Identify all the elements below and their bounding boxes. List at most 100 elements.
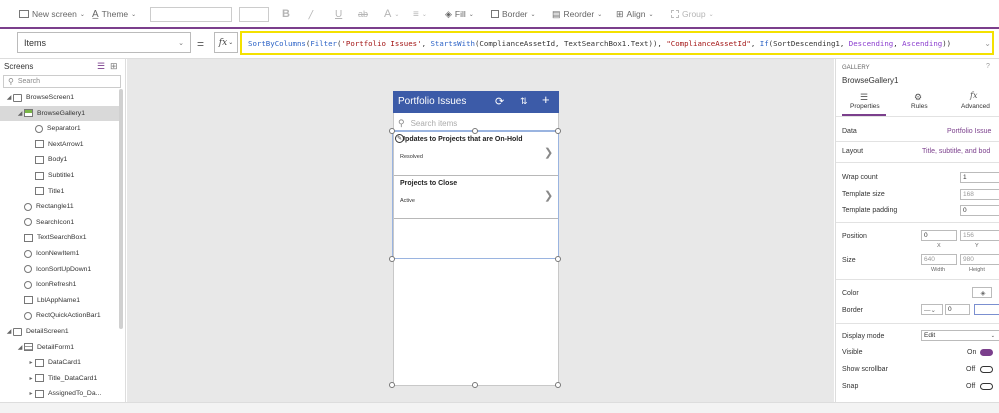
tree-item[interactable]: Subtitle1 xyxy=(0,168,120,183)
tree-item[interactable]: IconSortUpDown1 xyxy=(0,262,120,277)
tree-item[interactable]: IconRefresh1 xyxy=(0,277,120,292)
tab-advanced[interactable]: Advanced xyxy=(961,103,990,110)
tree-item[interactable]: LblAppName1 xyxy=(0,293,120,308)
expand-toggle-icon[interactable]: ◢ xyxy=(16,110,24,117)
property-select[interactable]: Items ⌄ xyxy=(17,32,191,53)
border-icon xyxy=(491,10,499,18)
tree-item[interactable]: NextArrow1 xyxy=(0,137,120,152)
expand-toggle-icon[interactable]: ◢ xyxy=(16,344,24,351)
gallery-selection-box[interactable] xyxy=(392,131,559,259)
theme-button[interactable]: A̲ Theme ⌄ xyxy=(92,6,136,22)
resize-handle[interactable] xyxy=(555,128,561,134)
resize-handle[interactable] xyxy=(389,128,395,134)
help-icon[interactable]: ? xyxy=(986,63,990,70)
resize-handle[interactable] xyxy=(555,256,561,262)
formula-input[interactable]: SortByColumns(Filter('Portfolio Issues',… xyxy=(240,31,994,55)
border-style-select[interactable]: —⌄ xyxy=(921,304,943,315)
group-button[interactable]: Group ⌄ xyxy=(671,6,714,22)
underline-icon[interactable]: U xyxy=(335,6,342,22)
chevron-down-icon: ⌄ xyxy=(131,11,137,18)
position-y-input[interactable]: 156 xyxy=(960,230,999,241)
expand-toggle-icon[interactable]: ▸ xyxy=(27,359,35,366)
tree-item[interactable]: Body1 xyxy=(0,152,120,167)
theme-icon: A̲ xyxy=(92,8,99,20)
tree-item-label: IconSortUpDown1 xyxy=(36,265,92,273)
tree-item[interactable]: ▸ AssignedTo_Da... xyxy=(0,386,120,401)
tree-item-label: Rectangle11 xyxy=(36,203,74,211)
tree-item[interactable]: Separator1 xyxy=(0,121,120,136)
color-picker-icon[interactable]: ◈ xyxy=(972,287,992,298)
resize-handle[interactable] xyxy=(389,256,395,262)
font-size-select[interactable] xyxy=(239,6,269,22)
expand-formula-icon[interactable]: ⌄ xyxy=(984,39,991,48)
template-size-input[interactable]: 168 xyxy=(960,189,999,200)
resize-handle[interactable] xyxy=(472,382,478,388)
tree-item[interactable]: ▸ DataCard1 xyxy=(0,355,120,370)
display-mode-select[interactable]: Edit ⌄ xyxy=(921,330,999,341)
resize-handle[interactable] xyxy=(389,382,395,388)
italic-icon[interactable]: / xyxy=(309,6,313,22)
tree-item-label: IconRefresh1 xyxy=(36,281,77,289)
tree-item-label: LblAppName1 xyxy=(37,296,81,304)
gallery-row-title[interactable]: Updates to Projects that are On-Hold xyxy=(400,136,523,143)
new-screen-button[interactable]: New screen ⌄ xyxy=(19,6,85,22)
tree-item-label: DataCard1 xyxy=(48,359,81,367)
gallery-separator xyxy=(394,218,558,219)
tree-item[interactable]: Title1 xyxy=(0,184,120,199)
search-icon: ⚲ xyxy=(398,117,405,128)
border-color-picker[interactable] xyxy=(974,304,999,315)
tree-item[interactable]: ▸ Title_DataCard1 xyxy=(0,371,120,386)
expand-toggle-icon[interactable]: ▸ xyxy=(27,390,35,397)
border-button[interactable]: Border ⌄ xyxy=(491,6,536,22)
tree-item[interactable]: RectQuickActionBar1 xyxy=(0,308,120,323)
chevron-right-icon[interactable]: ❯ xyxy=(544,189,553,202)
tree-item[interactable]: ◢ BrowseScreen1 xyxy=(0,90,120,105)
layout-value[interactable]: Title, subtitle, and bod xyxy=(922,148,990,155)
visible-toggle[interactable] xyxy=(980,349,993,356)
data-source-value[interactable]: Portfolio Issue xyxy=(947,128,991,135)
tree-item[interactable]: TextSearchBox1 xyxy=(0,230,120,245)
align-text-icon[interactable]: ≡ ⌄ xyxy=(413,6,427,22)
tab-rules[interactable]: Rules xyxy=(911,103,928,110)
fill-button[interactable]: ◈ Fill ⌄ xyxy=(445,6,474,22)
tree-item[interactable]: SearchIcon1 xyxy=(0,215,120,230)
align-button[interactable]: ⊞ Align ⌄ xyxy=(616,6,653,22)
show-scrollbar-toggle[interactable] xyxy=(980,366,993,373)
template-padding-input[interactable]: 0 xyxy=(960,205,999,216)
tree-scrollbar[interactable] xyxy=(119,89,123,329)
bold-icon[interactable]: B xyxy=(282,6,290,22)
snap-toggle[interactable] xyxy=(980,383,993,390)
tree-item-label: SearchIcon1 xyxy=(36,218,75,226)
gallery-row-title[interactable]: Projects to Close xyxy=(400,180,457,187)
add-item-icon[interactable]: + xyxy=(542,92,550,107)
fx-button[interactable]: fx ⌄ xyxy=(214,32,238,53)
height-input[interactable]: 980 xyxy=(960,254,999,265)
sort-up-down-icon[interactable]: ⇅ xyxy=(520,96,528,107)
border-width-input[interactable]: 0 xyxy=(945,304,970,315)
position-x-input[interactable]: 0 xyxy=(921,230,957,241)
resize-handle[interactable] xyxy=(555,382,561,388)
tab-properties[interactable]: Properties xyxy=(850,103,880,110)
tree-item[interactable]: ◢ DetailForm1 xyxy=(0,340,120,355)
tree-item[interactable]: ◢ BrowseGallery1 xyxy=(0,105,120,121)
chevron-right-icon[interactable]: ❯ xyxy=(544,146,553,159)
width-input[interactable]: 640 xyxy=(921,254,957,265)
tree-item[interactable]: ◢ DetailScreen1 xyxy=(0,324,120,339)
list-view-icon[interactable]: ☰ xyxy=(97,61,105,72)
font-color-icon[interactable]: A ⌄ xyxy=(384,6,399,22)
tree-search-input[interactable]: ⚲ Search xyxy=(3,75,121,88)
app-title[interactable]: Portfolio Issues xyxy=(398,96,466,107)
expand-toggle-icon[interactable]: ◢ xyxy=(5,94,13,101)
wrap-count-input[interactable]: 1 xyxy=(960,172,999,183)
grid-view-icon[interactable]: ⊞ xyxy=(110,61,118,72)
tree-item[interactable]: IconNewItem1 xyxy=(0,246,120,261)
expand-toggle-icon[interactable]: ◢ xyxy=(5,328,13,335)
tree-item[interactable]: Rectangle11 xyxy=(0,199,120,214)
reorder-button[interactable]: ▤ Reorder ⌄ xyxy=(552,6,602,22)
refresh-icon[interactable]: ⟳ xyxy=(495,95,504,108)
resize-handle[interactable] xyxy=(472,128,478,134)
font-family-select[interactable] xyxy=(150,6,232,22)
strikethrough-icon[interactable]: ab xyxy=(358,6,368,22)
expand-toggle-icon[interactable]: ▸ xyxy=(27,375,35,382)
edit-pencil-icon[interactable]: ✎ xyxy=(395,134,404,143)
